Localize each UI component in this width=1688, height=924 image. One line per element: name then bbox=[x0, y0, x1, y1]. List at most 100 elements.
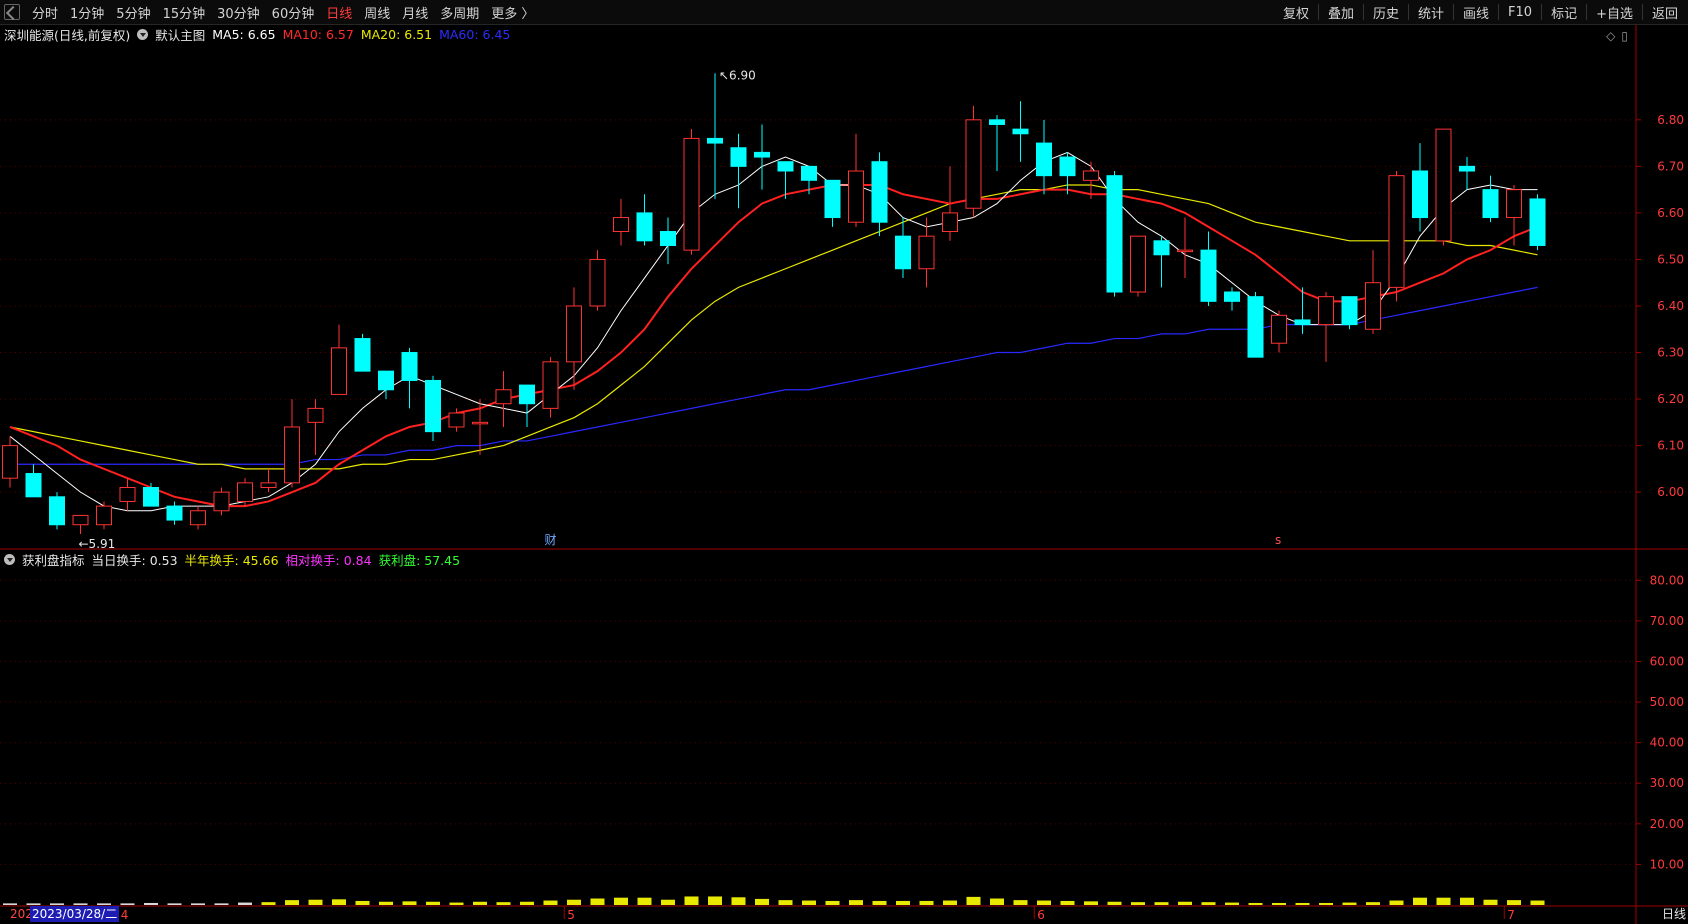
toolbar-action-5[interactable]: F10 bbox=[1502, 5, 1538, 20]
ma60-line bbox=[10, 286, 1538, 465]
candle-body bbox=[1083, 170, 1099, 181]
toolbar-action-7[interactable]: +自选 bbox=[1590, 3, 1639, 22]
toolbar-divider bbox=[1641, 4, 1643, 20]
indicator-bar bbox=[872, 900, 887, 905]
period-tab-5[interactable]: 60分钟 bbox=[266, 3, 321, 22]
toolbar-action-0[interactable]: 复权 bbox=[1277, 3, 1315, 22]
candle-body bbox=[425, 379, 441, 433]
indicator-bar bbox=[285, 900, 299, 905]
candle-body bbox=[25, 473, 42, 498]
indicator-bar bbox=[684, 896, 699, 905]
indicator-bar bbox=[3, 903, 17, 905]
period-tab-6[interactable]: 日线 bbox=[320, 3, 358, 22]
indicator-bar bbox=[1131, 902, 1145, 905]
indicator-bar bbox=[731, 897, 746, 905]
candle-body bbox=[895, 235, 911, 270]
candle-body bbox=[777, 161, 794, 172]
candle-body bbox=[1365, 282, 1381, 330]
indicator-bar bbox=[26, 903, 41, 905]
candle-body bbox=[1388, 175, 1405, 288]
period-tab-0[interactable]: 分时 bbox=[26, 3, 64, 22]
indicator-bar bbox=[120, 903, 135, 905]
indicator-bar bbox=[73, 903, 88, 905]
period-tab-9[interactable]: 多周期 bbox=[434, 3, 485, 22]
toolbar-divider bbox=[1541, 4, 1543, 20]
price-tick-label: 6.10 bbox=[1657, 439, 1684, 453]
indicator-bar bbox=[191, 903, 205, 905]
indicator-bar bbox=[1507, 900, 1521, 905]
toolbar-divider bbox=[1362, 4, 1364, 20]
candle-body bbox=[519, 384, 535, 405]
high-price-marker: ↖6.90 bbox=[719, 68, 756, 82]
indicator-tick-label: 60.00 bbox=[1650, 654, 1684, 668]
candle-body bbox=[730, 147, 747, 167]
period-tab-8[interactable]: 月线 bbox=[396, 3, 434, 22]
candle-body bbox=[1200, 249, 1217, 302]
cursor-date: 2023/03/28/二 bbox=[30, 906, 120, 922]
toolbar-action-4[interactable]: 画线 bbox=[1457, 3, 1495, 22]
candle-body bbox=[1506, 189, 1522, 219]
candle-body bbox=[166, 505, 183, 521]
candle-body bbox=[942, 212, 958, 233]
ma5-line bbox=[9, 151, 1538, 512]
indicator-tick-label: 40.00 bbox=[1650, 736, 1684, 750]
finance-event-marker: 财 bbox=[545, 533, 557, 547]
indicator-bar bbox=[567, 899, 581, 905]
candle-body bbox=[1341, 296, 1358, 326]
toolbar-action-1[interactable]: 叠加 bbox=[1322, 3, 1360, 22]
indicator-bar bbox=[1037, 900, 1051, 905]
indicator-bar bbox=[661, 899, 675, 905]
candle-body bbox=[1247, 296, 1264, 358]
indicator-tick-label: 50.00 bbox=[1650, 695, 1684, 709]
toolbar-action-8[interactable]: 返回 bbox=[1646, 3, 1684, 22]
period-tab-10[interactable]: 更多 〉 bbox=[485, 3, 540, 22]
indicator-bar bbox=[496, 902, 511, 905]
period-tab-4[interactable]: 30分钟 bbox=[211, 3, 266, 22]
candle-body bbox=[1294, 319, 1311, 326]
candle-body bbox=[378, 370, 394, 391]
toolbar-divider bbox=[1408, 4, 1409, 20]
candle-body bbox=[1106, 175, 1123, 293]
price-tick-label: 6.20 bbox=[1657, 392, 1684, 406]
candle-body bbox=[213, 491, 230, 512]
ma20-line bbox=[9, 184, 1538, 470]
candle-body bbox=[1153, 240, 1170, 256]
candle-body bbox=[143, 486, 159, 507]
indicator-bar bbox=[1084, 901, 1098, 905]
indicator-bar bbox=[1460, 897, 1474, 905]
month-label: 7 bbox=[1507, 908, 1515, 922]
toolbar-action-2[interactable]: 历史 bbox=[1367, 3, 1405, 22]
indicator-bar bbox=[1436, 897, 1451, 905]
toolbar-action-6[interactable]: 标记 bbox=[1545, 3, 1583, 22]
candle-body bbox=[871, 161, 888, 223]
period-tab-2[interactable]: 5分钟 bbox=[110, 3, 156, 22]
candle-body bbox=[1412, 170, 1428, 219]
candle-body bbox=[566, 305, 582, 363]
period-tab-3[interactable]: 15分钟 bbox=[157, 3, 212, 22]
period-tab-7[interactable]: 周线 bbox=[358, 3, 396, 22]
kline-chart[interactable]: 6.00 6.10 6.20 6.30 6.40 6.50 6.60 6.70 6.80 10.0… bbox=[0, 25, 1688, 924]
candle-body bbox=[260, 482, 277, 488]
indicator-bar bbox=[990, 898, 1004, 905]
indicator-bar bbox=[520, 901, 534, 905]
candle-body bbox=[824, 179, 841, 219]
period-badge[interactable]: 日线 bbox=[1662, 905, 1686, 922]
candle-body bbox=[190, 510, 206, 526]
period-tab-1[interactable]: 1分钟 bbox=[64, 3, 110, 22]
indicator-bar bbox=[97, 903, 111, 905]
indicator-bar bbox=[825, 900, 840, 905]
indicator-bar bbox=[896, 900, 910, 905]
indicator-bar bbox=[943, 900, 957, 905]
indicator-bar bbox=[332, 899, 346, 905]
indicator-tick-label: 10.00 bbox=[1650, 857, 1684, 871]
candle-body bbox=[613, 217, 629, 233]
indicator-bar bbox=[802, 900, 816, 905]
toolbar-action-3[interactable]: 统计 bbox=[1412, 3, 1450, 22]
candle-body bbox=[472, 421, 488, 425]
candle-body bbox=[1271, 314, 1287, 344]
candle-body bbox=[989, 119, 1005, 125]
indicator-bar bbox=[426, 901, 440, 905]
window-restore-icon[interactable] bbox=[4, 4, 20, 20]
indicator-bar bbox=[1013, 900, 1028, 905]
indicator-bar bbox=[144, 902, 158, 905]
